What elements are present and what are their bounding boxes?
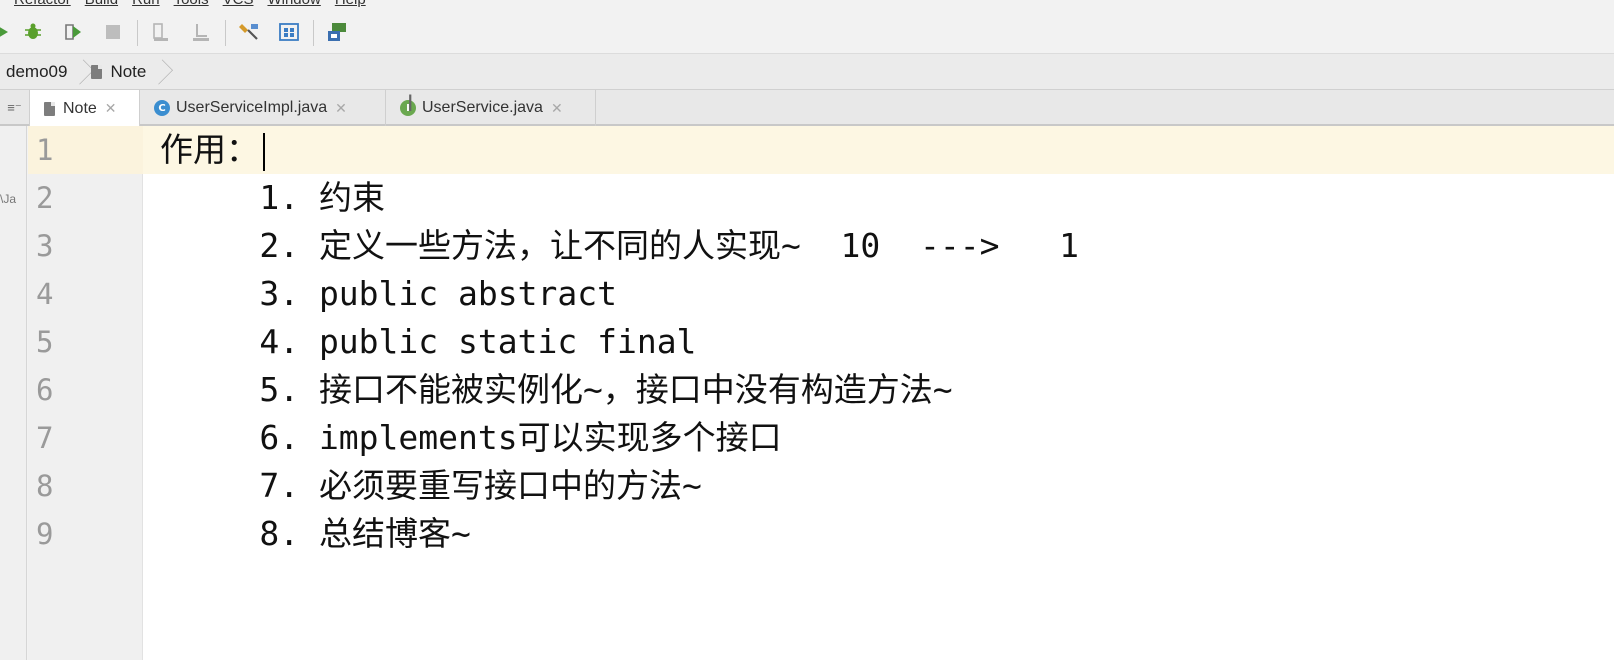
- class-icon: C: [154, 100, 170, 116]
- project-structure-icon[interactable]: [238, 21, 260, 43]
- tab-userservice[interactable]: I UserService.java ✕: [386, 90, 596, 126]
- line-number: 6: [36, 373, 54, 407]
- menu-build[interactable]: Build: [85, 0, 118, 8]
- line-number: 5: [36, 325, 54, 359]
- editor-line[interactable]: 2 1. 约束: [28, 174, 1614, 222]
- build-artifacts-icon[interactable]: [190, 21, 212, 43]
- line-number: 9: [36, 517, 54, 551]
- breadcrumb-file[interactable]: Note: [85, 54, 154, 89]
- mouse-ibeam-cursor: I: [407, 92, 414, 117]
- editor-line[interactable]: 1 作用：: [28, 126, 1614, 174]
- breadcrumb-project-label: demo09: [6, 61, 68, 81]
- line-number: 8: [36, 469, 54, 503]
- line-number: 2: [36, 181, 54, 215]
- editor-line[interactable]: 3 2. 定义一些方法，让不同的人实现~ 10 ---> 1: [28, 222, 1614, 270]
- editor-line[interactable]: 7 6. implements可以实现多个接口: [28, 414, 1614, 462]
- project-path-fragment: \Ja: [0, 192, 17, 206]
- editor-line[interactable]: 9 8. 总结博客~: [28, 510, 1614, 558]
- line-number: 3: [36, 229, 54, 263]
- build-icon[interactable]: [150, 21, 172, 43]
- line-text: 7. 必须要重写接口中的方法~: [160, 466, 702, 505]
- menu-bar: Refactor Build Run Tools VCS Window Help: [0, 0, 1614, 12]
- close-icon[interactable]: ✕: [335, 100, 347, 117]
- editor-tab-bar: ≡⁻ Note ✕ C UserServiceImpl.java ✕ I Use…: [0, 90, 1614, 127]
- breadcrumb-separator: [154, 54, 164, 90]
- line-text: 8. 总结博客~: [160, 514, 471, 553]
- project-panel-strip[interactable]: \Ja: [0, 126, 27, 660]
- line-number: 1: [36, 133, 54, 167]
- editor-line[interactable]: 6 5. 接口不能被实例化~，接口中没有构造方法~: [28, 366, 1614, 414]
- menu-window[interactable]: Window: [267, 0, 320, 8]
- toolbar: [0, 12, 1614, 54]
- line-text: 5. 接口不能被实例化~，接口中没有构造方法~: [160, 370, 953, 409]
- editor-line[interactable]: 4 3. public abstract: [28, 270, 1614, 318]
- vcs-icon[interactable]: [326, 21, 348, 43]
- line-text: 4. public static final: [160, 322, 697, 361]
- close-icon[interactable]: ✕: [551, 100, 563, 117]
- sdk-icon[interactable]: [278, 21, 300, 43]
- tab-label: UserServiceImpl.java: [176, 99, 328, 116]
- menu-vcs[interactable]: VCS: [223, 0, 254, 8]
- tab-note[interactable]: Note ✕: [30, 90, 140, 127]
- editor-line[interactable]: 5 4. public static final: [28, 318, 1614, 366]
- editor-line[interactable]: 8 7. 必须要重写接口中的方法~: [28, 462, 1614, 510]
- run-icon[interactable]: [0, 21, 14, 43]
- line-content: 作用：: [160, 130, 259, 169]
- text-file-icon: [44, 101, 55, 116]
- breadcrumb-project[interactable]: demo09: [0, 54, 75, 89]
- text-file-icon: [91, 64, 103, 79]
- menu-help[interactable]: Help: [335, 0, 366, 8]
- run-coverage-icon[interactable]: [62, 21, 84, 43]
- tab-label: Note: [63, 99, 97, 117]
- line-text: 3. public abstract: [160, 274, 617, 313]
- text-caret: [263, 132, 265, 171]
- text-editor[interactable]: 1 作用： 2 1. 约束 3 2. 定义一些方法，让不同的人实现~ 10 --…: [28, 126, 1614, 660]
- close-icon[interactable]: ✕: [105, 100, 117, 117]
- tab-userserviceimpl[interactable]: C UserServiceImpl.java ✕: [140, 90, 386, 126]
- menu-refactor[interactable]: Refactor: [14, 0, 71, 8]
- tab-overflow-icon[interactable]: ≡⁻: [0, 90, 30, 126]
- line-text: 2. 定义一些方法，让不同的人实现~ 10 ---> 1: [160, 226, 1079, 265]
- line-number: 7: [36, 421, 54, 455]
- stop-icon[interactable]: [102, 21, 124, 43]
- debug-icon[interactable]: [22, 21, 44, 43]
- breadcrumb: demo09 Note: [0, 54, 1614, 90]
- line-text: 6. implements可以实现多个接口: [160, 418, 782, 457]
- line-number: 4: [36, 277, 54, 311]
- tab-label: UserService.java: [422, 99, 543, 116]
- menu-tools[interactable]: Tools: [174, 0, 209, 8]
- breadcrumb-file-label: Note: [110, 61, 147, 81]
- breadcrumb-separator: [75, 54, 85, 90]
- line-text: 1. 约束: [160, 178, 385, 217]
- line-text: 作用：: [160, 126, 265, 174]
- menu-run[interactable]: Run: [132, 0, 160, 8]
